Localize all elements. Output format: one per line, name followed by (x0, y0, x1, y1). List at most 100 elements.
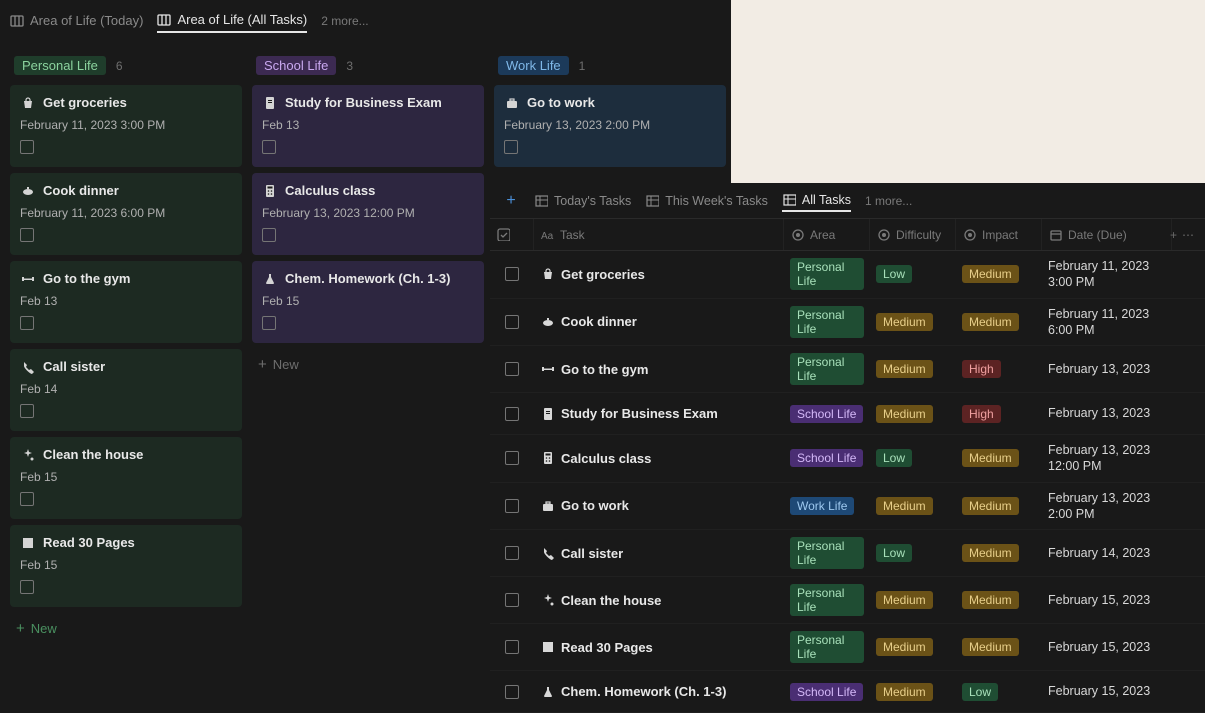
row-checkbox[interactable] (505, 499, 519, 513)
difficulty-pill[interactable]: Low (876, 265, 912, 283)
row-checkbox[interactable] (505, 315, 519, 329)
impact-pill[interactable]: Medium (962, 497, 1019, 515)
task-card[interactable]: Read 30 Pages Feb 15 (10, 525, 242, 607)
col-date[interactable]: Date (Due) (1042, 219, 1172, 250)
table-tabs-more[interactable]: 1 more... (865, 194, 912, 208)
impact-pill[interactable]: Medium (962, 638, 1019, 656)
row-checkbox[interactable] (505, 407, 519, 421)
col-task[interactable]: Task (534, 219, 784, 250)
add-column-button[interactable]: + (1170, 228, 1177, 242)
task-card[interactable]: Study for Business Exam Feb 13 (252, 85, 484, 167)
impact-pill[interactable]: High (962, 360, 1001, 378)
col-area[interactable]: Area (784, 219, 870, 250)
impact-pill[interactable]: Medium (962, 544, 1019, 562)
date-cell[interactable]: February 11, 2023 6:00 PM (1042, 303, 1172, 342)
area-pill[interactable]: Personal Life (790, 631, 864, 663)
task-card[interactable]: Call sister Feb 14 (10, 349, 242, 431)
row-checkbox[interactable] (505, 640, 519, 654)
table-row[interactable]: Clean the house Personal Life Medium Med… (490, 577, 1205, 624)
column-badge[interactable]: School Life (256, 56, 336, 75)
date-cell[interactable]: February 13, 2023 (1042, 402, 1172, 424)
impact-pill[interactable]: Medium (962, 449, 1019, 467)
difficulty-pill[interactable]: Medium (876, 638, 933, 656)
task-card[interactable]: Get groceries February 11, 2023 3:00 PM (10, 85, 242, 167)
card-checkbox[interactable] (20, 404, 34, 418)
area-pill[interactable]: School Life (790, 405, 863, 423)
row-checkbox[interactable] (505, 546, 519, 560)
col-impact[interactable]: Impact (956, 219, 1042, 250)
difficulty-pill[interactable]: Medium (876, 360, 933, 378)
card-checkbox[interactable] (20, 228, 34, 242)
table-row[interactable]: Cook dinner Personal Life Medium Medium … (490, 299, 1205, 347)
date-cell[interactable]: February 15, 2023 (1042, 636, 1172, 658)
add-card-button[interactable]: +New (10, 613, 242, 644)
card-checkbox[interactable] (20, 492, 34, 506)
date-cell[interactable]: February 13, 2023 2:00 PM (1042, 487, 1172, 526)
area-pill[interactable]: Work Life (790, 497, 854, 515)
impact-pill[interactable]: High (962, 405, 1001, 423)
area-pill[interactable]: Personal Life (790, 353, 864, 385)
date-cell[interactable]: February 13, 2023 (1042, 358, 1172, 380)
table-row[interactable]: Go to the gym Personal Life Medium High … (490, 346, 1205, 393)
impact-pill[interactable]: Medium (962, 591, 1019, 609)
table-row[interactable]: Call sister Personal Life Low Medium Feb… (490, 530, 1205, 577)
col-difficulty[interactable]: Difficulty (870, 219, 956, 250)
difficulty-pill[interactable]: Medium (876, 497, 933, 515)
difficulty-pill[interactable]: Medium (876, 313, 933, 331)
task-card[interactable]: Go to work February 13, 2023 2:00 PM (494, 85, 726, 167)
difficulty-pill[interactable]: Medium (876, 683, 933, 701)
card-checkbox[interactable] (262, 228, 276, 242)
difficulty-pill[interactable]: Low (876, 544, 912, 562)
task-card[interactable]: Calculus class February 13, 2023 12:00 P… (252, 173, 484, 255)
card-checkbox[interactable] (20, 316, 34, 330)
table-row[interactable]: Go to work Work Life Medium Medium Febru… (490, 483, 1205, 531)
add-card-button[interactable]: +New (252, 349, 484, 380)
card-checkbox[interactable] (20, 140, 34, 154)
area-pill[interactable]: School Life (790, 449, 863, 467)
col-check[interactable] (490, 219, 534, 250)
impact-pill[interactable]: Medium (962, 313, 1019, 331)
task-card[interactable]: Chem. Homework (Ch. 1-3) Feb 15 (252, 261, 484, 343)
tab-weeks-tasks[interactable]: This Week's Tasks (645, 190, 768, 211)
tab-area-all[interactable]: Area of Life (All Tasks) (157, 8, 307, 33)
row-checkbox[interactable] (505, 267, 519, 281)
table-row[interactable]: Get groceries Personal Life Low Medium F… (490, 251, 1205, 299)
card-checkbox[interactable] (504, 140, 518, 154)
tab-area-today[interactable]: Area of Life (Today) (10, 9, 143, 32)
row-checkbox[interactable] (505, 451, 519, 465)
area-pill[interactable]: Personal Life (790, 306, 864, 338)
area-pill[interactable]: Personal Life (790, 258, 864, 290)
row-checkbox[interactable] (505, 593, 519, 607)
tab-all-tasks[interactable]: All Tasks (782, 189, 851, 212)
table-row[interactable]: Calculus class School Life Low Medium Fe… (490, 435, 1205, 483)
date-cell[interactable]: February 15, 2023 (1042, 589, 1172, 611)
column-badge[interactable]: Personal Life (14, 56, 106, 75)
table-row[interactable]: Read 30 Pages Personal Life Medium Mediu… (490, 624, 1205, 671)
task-card[interactable]: Go to the gym Feb 13 (10, 261, 242, 343)
area-pill[interactable]: School Life (790, 683, 863, 701)
impact-pill[interactable]: Medium (962, 265, 1019, 283)
date-cell[interactable]: February 15, 2023 (1042, 680, 1172, 702)
column-badge[interactable]: Work Life (498, 56, 569, 75)
table-row[interactable]: Study for Business Exam School Life Medi… (490, 393, 1205, 435)
area-pill[interactable]: Personal Life (790, 584, 864, 616)
tab-todays-tasks[interactable]: Today's Tasks (534, 190, 631, 211)
task-card[interactable]: Clean the house Feb 15 (10, 437, 242, 519)
table-row[interactable]: Chem. Homework (Ch. 1-3) School Life Med… (490, 671, 1205, 713)
difficulty-pill[interactable]: Medium (876, 591, 933, 609)
row-checkbox[interactable] (505, 362, 519, 376)
task-card[interactable]: Cook dinner February 11, 2023 6:00 PM (10, 173, 242, 255)
card-checkbox[interactable] (20, 580, 34, 594)
more-button[interactable]: ⋯ (1182, 228, 1194, 242)
date-cell[interactable]: February 11, 2023 3:00 PM (1042, 255, 1172, 294)
area-pill[interactable]: Personal Life (790, 537, 864, 569)
difficulty-pill[interactable]: Medium (876, 405, 933, 423)
add-task-button[interactable]: + (502, 192, 520, 210)
card-checkbox[interactable] (262, 140, 276, 154)
difficulty-pill[interactable]: Low (876, 449, 912, 467)
date-cell[interactable]: February 14, 2023 (1042, 542, 1172, 564)
row-checkbox[interactable] (505, 685, 519, 699)
date-cell[interactable]: February 13, 2023 12:00 PM (1042, 439, 1172, 478)
impact-pill[interactable]: Low (962, 683, 998, 701)
tabs-more[interactable]: 2 more... (321, 14, 368, 28)
